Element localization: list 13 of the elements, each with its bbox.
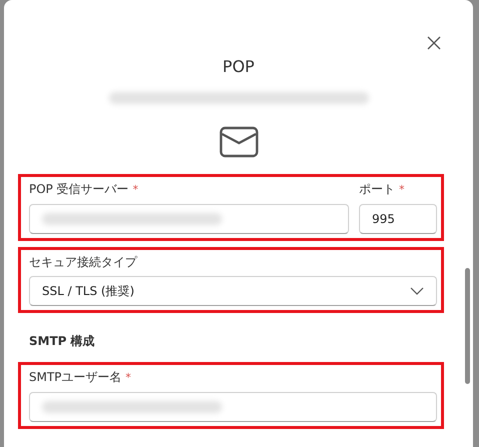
input-field[interactable]: 995 — [359, 204, 437, 234]
field-label: SMTPユーザー名 * — [29, 369, 132, 386]
select-field[interactable]: SSL / TLS (推奨) — [29, 276, 437, 306]
field-label: POP 受信サーバー * — [29, 181, 138, 198]
section-heading: SMTP 構成 — [28, 333, 95, 350]
mail-icon — [218, 126, 258, 158]
chevron-down-icon — [410, 287, 424, 295]
field-label: セキュア接続タイプ — [29, 254, 137, 270]
input-field[interactable] — [29, 392, 437, 422]
input-field[interactable] — [29, 204, 349, 234]
dialog-title: POP — [222, 56, 254, 78]
close-icon[interactable] — [425, 34, 443, 52]
field-label: ポート * — [359, 181, 404, 198]
